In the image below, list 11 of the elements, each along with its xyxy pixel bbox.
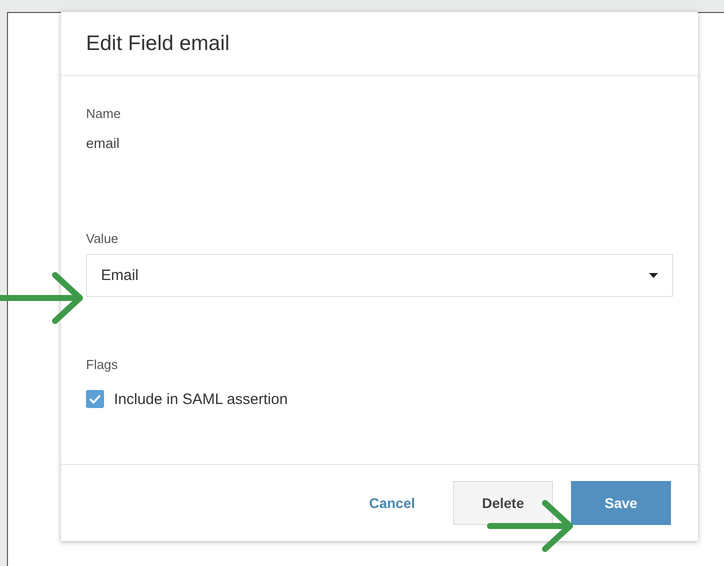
- checkbox-label: Include in SAML assertion: [114, 390, 288, 408]
- cancel-button[interactable]: Cancel: [349, 481, 435, 525]
- checkbox[interactable]: [86, 390, 104, 408]
- value-label: Value: [86, 231, 120, 246]
- caret-icon: [649, 273, 658, 278]
- flags-label: Flags: [86, 357, 119, 372]
- delete-button[interactable]: Delete: [453, 481, 553, 525]
- name-value: email: [86, 135, 120, 151]
- name-label: Name: [86, 106, 122, 121]
- value-dropdown[interactable]: Email: [86, 254, 673, 297]
- dialog-title: Edit Field email: [86, 32, 230, 56]
